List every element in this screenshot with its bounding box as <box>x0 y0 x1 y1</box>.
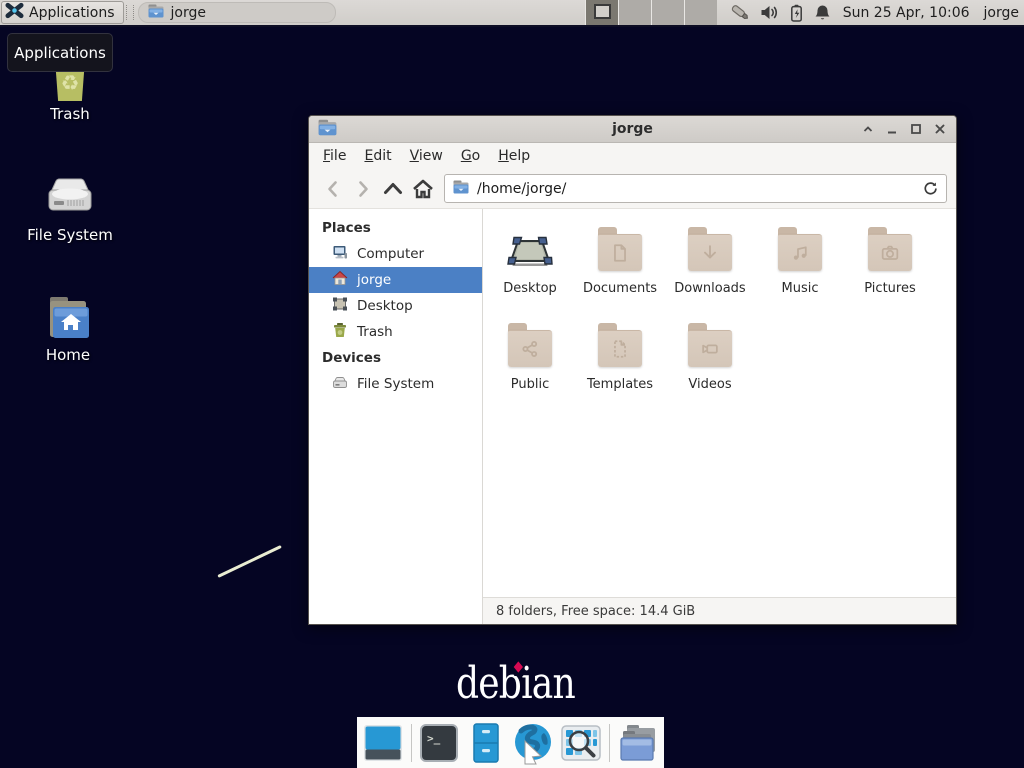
file-item-videos[interactable]: Videos <box>665 315 755 411</box>
notifications-icon[interactable] <box>814 4 831 22</box>
dock-separator <box>411 724 412 762</box>
trash-icon <box>332 322 348 342</box>
file-manager-window: jorge File Edit View Go Help <box>308 115 957 625</box>
folder-icon-pictures <box>868 234 912 271</box>
workspace-window-thumb <box>594 4 611 19</box>
panel-grip-handle[interactable] <box>126 5 134 20</box>
home-icon[interactable] <box>408 175 438 203</box>
sidebar-item-jorge[interactable]: jorge <box>309 267 482 293</box>
taskbar-window-button[interactable]: jorge <box>138 2 336 23</box>
statusbar: 8 folders, Free space: 14.4 GiB <box>483 597 956 624</box>
menu-file[interactable]: File <box>314 145 355 167</box>
workspace-1[interactable] <box>585 0 618 25</box>
file-item-templates[interactable]: Templates <box>575 315 665 411</box>
folder-icon-templates <box>598 330 642 367</box>
folder-icon-videos <box>688 330 732 367</box>
menu-help[interactable]: Help <box>489 145 539 167</box>
panel-username[interactable]: jorge <box>984 5 1019 21</box>
dock-separator <box>609 724 610 762</box>
app-finder-icon[interactable] <box>559 720 603 765</box>
panel-clock[interactable]: Sun 25 Apr, 10:06 <box>843 5 970 21</box>
minimize-icon[interactable] <box>884 122 899 137</box>
sidebar-item-file-system[interactable]: File System <box>309 371 482 397</box>
harddrive-icon <box>44 172 96 224</box>
applications-icon <box>5 1 24 24</box>
workspace-pager[interactable] <box>585 0 717 25</box>
svg-text:♻: ♻ <box>61 71 80 95</box>
debian-wordmark: debian <box>456 658 575 709</box>
stray-line-artifact <box>217 545 281 578</box>
bottom-dock: >_ <box>357 717 664 768</box>
forward-icon[interactable] <box>348 175 378 203</box>
path-text[interactable]: /home/jorge/ <box>477 181 915 197</box>
home-icon <box>332 270 348 290</box>
home-folder-icon <box>42 292 94 344</box>
toolbar: /home/jorge/ <box>309 169 956 209</box>
reload-icon[interactable] <box>923 181 938 196</box>
harddrive-icon <box>332 374 348 394</box>
taskbar-window-title: jorge <box>171 5 206 21</box>
sidebar: Places Computer jorge Desktop <box>309 209 483 624</box>
computer-icon <box>332 244 348 264</box>
svg-text:>_: >_ <box>427 732 441 745</box>
sidebar-header-places: Places <box>309 215 482 241</box>
menu-go[interactable]: Go <box>452 145 489 167</box>
workspace-4[interactable] <box>684 0 717 25</box>
terminal-icon[interactable]: >_ <box>418 720 461 765</box>
applications-menu-button[interactable]: Applications <box>1 1 124 24</box>
file-item-downloads[interactable]: Downloads <box>665 219 755 315</box>
window-title: jorge <box>309 121 956 137</box>
volume-icon[interactable] <box>760 4 780 21</box>
battery-icon[interactable] <box>789 4 804 22</box>
applications-label: Applications <box>29 5 115 21</box>
file-item-music[interactable]: Music <box>755 219 845 315</box>
path-folder-icon <box>453 180 469 198</box>
file-item-desktop[interactable]: Desktop <box>485 219 575 315</box>
file-item-pictures[interactable]: Pictures <box>845 219 935 315</box>
applications-tooltip: Applications <box>7 33 113 72</box>
stylus-icon[interactable] <box>728 1 752 25</box>
folder-icon-downloads <box>688 234 732 271</box>
menubar: File Edit View Go Help <box>309 143 956 169</box>
back-icon[interactable] <box>318 175 348 203</box>
folder-icon-music <box>778 234 822 271</box>
desktop-icon-file-system[interactable]: File System <box>8 172 132 244</box>
desktop-special-icon <box>506 228 554 276</box>
top-panel: Applications jorge Sun 25 Apr, 10:06 jor… <box>0 0 1024 27</box>
close-icon[interactable] <box>932 122 947 137</box>
up-icon[interactable] <box>378 175 408 203</box>
desktop-icon-home[interactable]: Home <box>6 292 130 364</box>
window-folder-icon <box>318 119 337 140</box>
window-titlebar[interactable]: jorge <box>309 116 956 143</box>
folder-icon-public <box>508 330 552 367</box>
workspace-2[interactable] <box>618 0 651 25</box>
workspace-3[interactable] <box>651 0 684 25</box>
sidebar-item-desktop[interactable]: Desktop <box>309 293 482 319</box>
folder-icon <box>148 4 164 22</box>
file-item-documents[interactable]: Documents <box>575 219 665 315</box>
folder-icon-documents <box>598 234 642 271</box>
menu-view[interactable]: View <box>401 145 452 167</box>
file-view[interactable]: Desktop Documents <box>483 209 956 597</box>
path-bar[interactable]: /home/jorge/ <box>444 174 947 203</box>
sidebar-item-trash[interactable]: Trash <box>309 319 482 345</box>
desktop-icon <box>332 296 348 316</box>
file-manager-icon[interactable] <box>616 720 659 765</box>
maximize-icon[interactable] <box>908 122 923 137</box>
file-cabinet-icon[interactable] <box>465 720 508 765</box>
sidebar-item-computer[interactable]: Computer <box>309 241 482 267</box>
menu-edit[interactable]: Edit <box>355 145 400 167</box>
file-item-public[interactable]: Public <box>485 315 575 411</box>
web-browser-icon[interactable] <box>511 720 555 765</box>
show-desktop-icon[interactable] <box>362 720 405 765</box>
shade-icon[interactable] <box>860 122 875 137</box>
sidebar-header-devices: Devices <box>309 345 482 371</box>
